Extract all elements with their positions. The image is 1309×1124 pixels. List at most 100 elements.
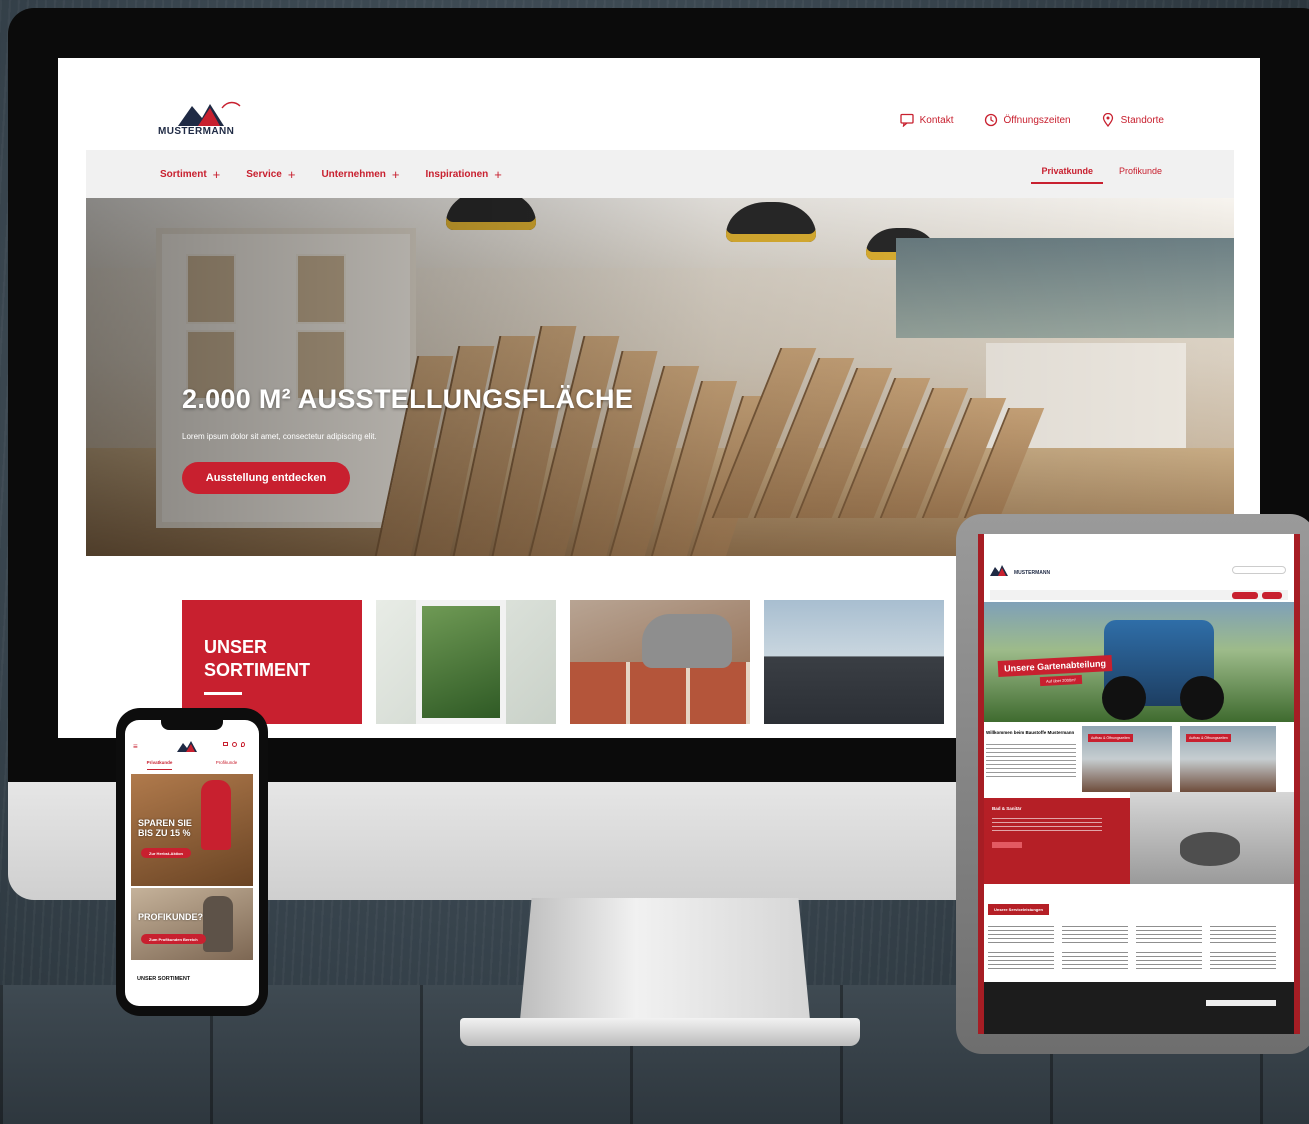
store-tag: Aufbau & Öffnungszeiten	[1088, 734, 1133, 742]
store-image[interactable]: Aufbau & Öffnungszeiten	[1082, 726, 1172, 792]
service-item[interactable]	[1136, 952, 1202, 972]
service-item[interactable]	[1062, 952, 1128, 972]
site-header: MUSTERMANN Kontakt Öffnungszeiten Stando…	[58, 58, 1260, 150]
service-item[interactable]	[988, 926, 1054, 946]
hero-text: Lorem ipsum dolor sit amet, consectetur …	[182, 432, 377, 441]
store-tag: Aufbau & Öffnungszeiten	[1186, 734, 1231, 742]
newsletter-input[interactable]	[1206, 1000, 1276, 1006]
hero-title: 2.000 M² AUSSTELLUNGSFLÄCHE	[182, 384, 634, 414]
chat-icon[interactable]	[223, 742, 228, 746]
bathroom-button[interactable]	[992, 842, 1022, 848]
service-item[interactable]	[1210, 926, 1276, 946]
tablet-welcome-text	[986, 744, 1076, 780]
plus-icon: +	[494, 167, 502, 182]
bathtub-image	[1180, 832, 1240, 866]
phone-hero-profi: PROFIKUNDE? Zum Profikunden Bereich	[131, 888, 253, 960]
phone-hero-title: SPAREN SIE BIS ZU 15 %	[138, 818, 192, 838]
clock-icon	[984, 113, 997, 127]
mower-wheel	[1102, 676, 1146, 720]
tablet-footer	[984, 982, 1294, 1034]
nav-label: Sortiment	[160, 169, 207, 180]
phone-notch	[161, 720, 223, 730]
phone-hero-button[interactable]: Zum Profikunden Bereich	[141, 934, 206, 944]
location-pin-icon[interactable]	[241, 742, 245, 747]
tablet-hero: Unsere Gartenabteilung Auf über 2000m²	[984, 602, 1294, 722]
category-tile-windows[interactable]	[376, 600, 556, 724]
logo[interactable]: MUSTERMANN	[158, 100, 248, 140]
sortiment-tile[interactable]: UNSER SORTIMENT	[182, 600, 362, 724]
glove-image	[642, 614, 732, 668]
hero-overlay	[86, 198, 1234, 556]
nav-label: Service	[246, 169, 282, 180]
worker-image	[203, 896, 233, 952]
opening-hours-link[interactable]: Öffnungszeiten	[984, 113, 1071, 127]
service-item[interactable]	[1136, 926, 1202, 946]
mountain-logo-icon	[178, 101, 241, 126]
tablet-screen: MUSTERMANN Unsere Gartenabteilung Auf üb…	[978, 534, 1300, 1034]
plus-icon: +	[212, 167, 221, 182]
smartphone: ≡ Privatkunde Profikunde SPAREN SIE BIS …	[116, 708, 268, 1016]
hero-banner: 2.000 M² AUSSTELLUNGSFLÄCHE Lorem ipsum …	[86, 198, 1234, 556]
contact-link[interactable]: Kontakt	[899, 113, 954, 127]
plus-icon: +	[287, 167, 296, 182]
bathroom-title: Bad & Sanitär	[992, 806, 1022, 811]
monitor-stand	[520, 898, 810, 1020]
phone-screen: ≡ Privatkunde Profikunde SPAREN SIE BIS …	[125, 720, 259, 1006]
top-links: Kontakt Öffnungszeiten Standorte	[899, 113, 1164, 127]
locations-link[interactable]: Standorte	[1101, 113, 1164, 127]
category-tile-masonry[interactable]	[570, 600, 750, 724]
logo-text: MUSTERMANN	[158, 126, 235, 137]
window-image	[416, 600, 506, 724]
phone-hero-title: PROFIKUNDE?	[138, 912, 203, 922]
clock-icon[interactable]	[232, 742, 237, 747]
tablet-topbar	[984, 534, 1294, 552]
tablet-nav-button[interactable]	[1262, 592, 1282, 599]
phone-header: ≡	[125, 736, 259, 756]
menu-icon[interactable]: ≡	[133, 742, 138, 751]
tablet-nav-button[interactable]	[1232, 592, 1258, 599]
nav-item-sortiment[interactable]: Sortiment +	[160, 167, 220, 182]
tablet-welcome-title: Willkommen beim Baustoffe Mustermann	[986, 730, 1075, 735]
plus-icon: +	[391, 167, 400, 182]
category-tiles: UNSER SORTIMENT	[182, 600, 944, 724]
chat-icon	[899, 113, 914, 127]
bathroom-text	[992, 818, 1102, 832]
store-image[interactable]: Aufbau & Öffnungszeiten	[1180, 726, 1276, 792]
mountain-logo-icon[interactable]	[990, 564, 1012, 576]
sortiment-heading: UNSER SORTIMENT	[204, 637, 310, 680]
tab-profikunde[interactable]: Profikunde	[1119, 166, 1162, 184]
services-heading: Unsere Serviceleistungen	[988, 904, 1049, 915]
tab-profikunde[interactable]: Profikunde	[216, 760, 238, 770]
nav-label: Inspirationen	[425, 169, 489, 180]
tab-privatkunde[interactable]: Privatkunde	[1031, 166, 1103, 184]
phone-hero-button[interactable]: Zur Herbst-Aktion	[141, 848, 191, 858]
service-item[interactable]	[988, 952, 1054, 972]
bathroom-image	[1130, 792, 1294, 884]
customer-type-tabs: Privatkunde Profikunde	[1031, 166, 1162, 184]
phone-hero-sale: SPAREN SIE BIS ZU 15 % Zur Herbst-Aktion	[131, 774, 253, 886]
tab-privatkunde[interactable]: Privatkunde	[146, 760, 173, 770]
tablet-logo-text: MUSTERMANN	[1014, 570, 1051, 576]
phone-customer-tabs: Privatkunde Profikunde	[125, 760, 259, 770]
brick-image	[570, 662, 750, 724]
nav-item-service[interactable]: Service +	[246, 167, 295, 182]
person-image	[201, 780, 231, 850]
contact-label: Kontakt	[919, 114, 954, 126]
location-pin-icon	[1102, 113, 1113, 127]
tablet-page: MUSTERMANN Unsere Gartenabteilung Auf üb…	[984, 534, 1294, 1034]
category-tile-roofing[interactable]	[764, 600, 944, 724]
locations-label: Standorte	[1120, 114, 1164, 126]
phone-section-title: UNSER SORTIMENT	[137, 976, 191, 982]
service-item[interactable]	[1210, 952, 1276, 972]
nav-item-inspirationen[interactable]: Inspirationen +	[426, 167, 502, 182]
mountain-logo-icon[interactable]	[177, 740, 203, 752]
tablet-search-input[interactable]	[1232, 566, 1286, 574]
tablet: MUSTERMANN Unsere Gartenabteilung Auf üb…	[956, 514, 1309, 1054]
nav-label: Unternehmen	[321, 169, 386, 180]
hero-cta-button[interactable]: Ausstellung entdecken	[182, 462, 350, 494]
nav-item-unternehmen[interactable]: Unternehmen +	[321, 167, 399, 182]
monitor-stand-foot	[460, 1018, 860, 1046]
tablet-hero-sub: Auf über 2000m²	[1039, 674, 1083, 687]
bathroom-teaser: Bad & Sanitär	[984, 798, 1130, 884]
service-item[interactable]	[1062, 926, 1128, 946]
